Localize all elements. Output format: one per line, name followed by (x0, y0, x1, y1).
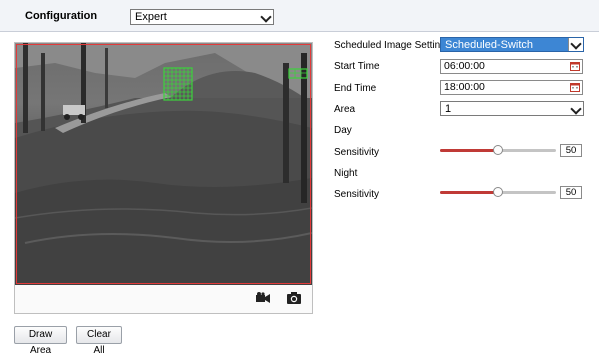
scheduled-image-settings-label: Scheduled Image Settings (334, 40, 451, 51)
night-section-label: Night (334, 168, 358, 179)
clear-all-button[interactable]: Clear All (76, 326, 122, 356)
live-video-feed[interactable] (15, 43, 312, 285)
configuration-label: Configuration (25, 10, 98, 22)
scheduled-image-settings-select[interactable]: Scheduled-Switch (440, 37, 584, 52)
night-sensitivity-slider[interactable] (440, 187, 556, 198)
chevron-down-icon (568, 38, 583, 51)
config-toolbar: Configuration Expert (0, 0, 599, 32)
detection-area-outline[interactable] (16, 44, 311, 284)
day-section-label: Day (334, 125, 352, 136)
draw-area-button[interactable]: Draw Area (14, 326, 67, 356)
end-time-label: End Time (334, 83, 377, 94)
day-sensitivity-value[interactable]: 50 (560, 144, 582, 157)
start-time-input[interactable]: 06:00:00 (440, 59, 583, 74)
calendar-icon[interactable] (570, 82, 580, 92)
preview-toolbar (15, 285, 312, 313)
calendar-icon[interactable] (570, 61, 580, 71)
video-camera-icon[interactable] (255, 291, 271, 305)
area-value: 1 (445, 103, 452, 115)
day-sensitivity-fill (440, 149, 498, 152)
camera-icon[interactable] (286, 291, 302, 305)
start-time-value: 06:00:00 (444, 60, 485, 72)
day-sensitivity-slider[interactable] (440, 145, 556, 156)
end-time-value: 18:00:00 (444, 81, 485, 93)
area-label: Area (334, 104, 356, 115)
area-select[interactable]: 1 (440, 101, 584, 116)
day-sensitivity-label: Sensitivity (334, 147, 380, 158)
night-sensitivity-fill (440, 191, 498, 194)
chevron-down-icon (570, 103, 582, 115)
video-preview-panel (14, 42, 313, 314)
night-sensitivity-value[interactable]: 50 (560, 186, 582, 199)
config-mode-value: Expert (135, 11, 167, 23)
chevron-down-icon (260, 11, 272, 23)
night-sensitivity-label: Sensitivity (334, 189, 380, 200)
config-mode-select[interactable]: Expert (130, 9, 274, 25)
scheduled-image-settings-value: Scheduled-Switch (445, 39, 534, 51)
end-time-input[interactable]: 18:00:00 (440, 80, 583, 95)
start-time-label: Start Time (334, 61, 380, 72)
night-sensitivity-handle[interactable] (493, 187, 503, 197)
day-sensitivity-handle[interactable] (493, 145, 503, 155)
